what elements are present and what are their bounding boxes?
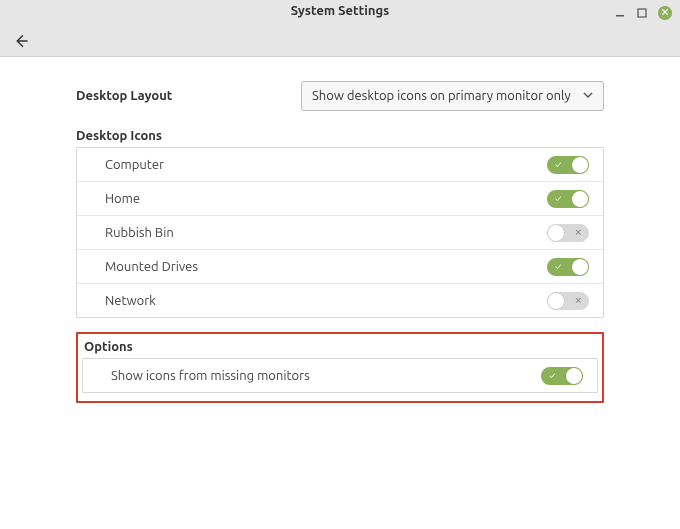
- list-item: Mounted Drives ✓: [77, 250, 603, 284]
- back-button[interactable]: [12, 32, 32, 52]
- toggle-knob: [566, 368, 582, 384]
- options-list: Show icons from missing monitors ✓: [82, 358, 598, 393]
- list-item: Show icons from missing monitors ✓: [83, 359, 597, 392]
- minimize-icon[interactable]: [614, 7, 626, 19]
- desktop_icons-label: Rubbish Bin: [105, 226, 174, 240]
- toggle-knob: [548, 293, 564, 309]
- desktop-layout-label: Desktop Layout: [76, 89, 301, 103]
- desktop_icons-toggle[interactable]: ✓: [547, 190, 589, 208]
- window-controls: [614, 6, 672, 20]
- options-label: Show icons from missing monitors: [111, 369, 310, 383]
- desktop_icons-toggle[interactable]: ✕: [547, 224, 589, 242]
- toggle-knob: [572, 157, 588, 173]
- desktop-layout-row: Desktop Layout Show desktop icons on pri…: [76, 81, 604, 111]
- check-icon: ✓: [555, 262, 561, 271]
- list-item: Home ✓: [77, 182, 603, 216]
- check-icon: ✓: [549, 371, 555, 380]
- close-icon[interactable]: [658, 6, 672, 20]
- options-toggle[interactable]: ✓: [541, 367, 583, 385]
- titlebar: System Settings: [0, 0, 680, 57]
- desktop_icons-label: Computer: [105, 158, 164, 172]
- toggle-knob: [572, 259, 588, 275]
- desktop-icons-list: Computer ✓ Home ✓ Rubbish Bin ✕ Mounted Drives…: [76, 147, 604, 318]
- window-title: System Settings: [0, 0, 680, 18]
- desktop_icons-toggle[interactable]: ✕: [547, 292, 589, 310]
- content-area: Desktop Layout Show desktop icons on pri…: [0, 57, 680, 403]
- desktop_icons-label: Home: [105, 192, 140, 206]
- select-value: Show desktop icons on primary monitor on…: [312, 89, 571, 103]
- options-highlight: Options Show icons from missing monitors…: [76, 332, 604, 403]
- list-item: Rubbish Bin ✕: [77, 216, 603, 250]
- desktop_icons-toggle[interactable]: ✓: [547, 156, 589, 174]
- check-icon: ✓: [555, 194, 561, 203]
- options-heading: Options: [84, 340, 598, 354]
- chevron-down-icon: [583, 89, 593, 103]
- desktop_icons-label: Network: [105, 294, 156, 308]
- desktop-layout-select[interactable]: Show desktop icons on primary monitor on…: [301, 81, 604, 111]
- desktop-icons-heading: Desktop Icons: [76, 129, 604, 143]
- check-icon: ✓: [555, 160, 561, 169]
- x-icon: ✕: [574, 296, 582, 305]
- desktop_icons-label: Mounted Drives: [105, 260, 198, 274]
- desktop_icons-toggle[interactable]: ✓: [547, 258, 589, 276]
- x-icon: ✕: [574, 228, 582, 237]
- list-item: Computer ✓: [77, 148, 603, 182]
- toggle-knob: [572, 191, 588, 207]
- list-item: Network ✕: [77, 284, 603, 317]
- maximize-icon[interactable]: [636, 7, 648, 19]
- toggle-knob: [548, 225, 564, 241]
